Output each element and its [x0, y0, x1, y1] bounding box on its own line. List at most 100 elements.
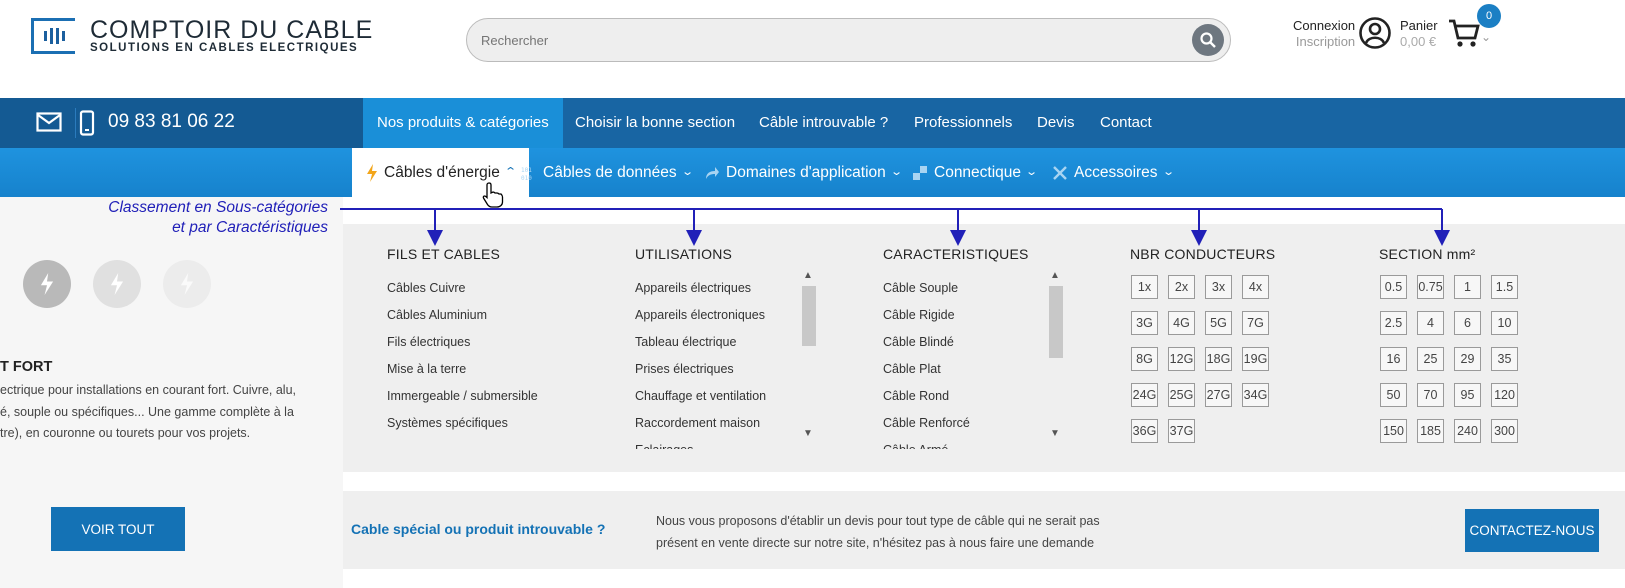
nav-devis[interactable]: Devis: [1023, 98, 1089, 148]
scroll-down-icon[interactable]: ▼: [1047, 428, 1063, 439]
list-item[interactable]: Prises électriques: [635, 356, 766, 383]
search-button[interactable]: [1192, 24, 1224, 56]
contact-us-button[interactable]: CONTACTEZ-NOUS: [1465, 509, 1599, 552]
nav-contact[interactable]: Contact: [1086, 98, 1166, 148]
filter-chip[interactable]: 25G: [1168, 383, 1195, 407]
filter-chip[interactable]: 4x: [1242, 275, 1269, 299]
list-item[interactable]: Câble Renforcé: [883, 410, 970, 437]
filter-chip[interactable]: 0.5: [1380, 275, 1407, 299]
category-bubble[interactable]: [93, 260, 141, 308]
filter-chip[interactable]: 27G: [1205, 383, 1232, 407]
category-bubble-active[interactable]: [23, 260, 71, 308]
utilisations-scrollbar[interactable]: ▲ ▼: [800, 270, 816, 442]
lightning-icon: [110, 273, 124, 295]
filter-chip[interactable]: 1: [1454, 275, 1481, 299]
fils-list: Câbles Cuivre Câbles Aluminium Fils élec…: [387, 275, 538, 437]
special-request-title[interactable]: Cable spécial ou produit introuvable ?: [351, 521, 605, 537]
list-item[interactable]: Chauffage et ventilation: [635, 383, 766, 410]
list-item[interactable]: Fils électriques: [387, 329, 538, 356]
filter-chip[interactable]: 95: [1454, 383, 1481, 407]
filter-chip[interactable]: 3G: [1131, 311, 1158, 335]
filter-chip[interactable]: 16: [1380, 347, 1407, 371]
scroll-up-icon[interactable]: ▲: [800, 270, 816, 281]
hand-cursor-icon: [482, 182, 504, 208]
filter-chip[interactable]: 24G: [1131, 383, 1158, 407]
filter-chip[interactable]: 150: [1380, 419, 1407, 443]
cart-chevron-down-icon[interactable]: ⌄: [1481, 30, 1491, 44]
list-item[interactable]: Tableau électrique: [635, 329, 766, 356]
list-item[interactable]: Eclairages: [635, 437, 766, 449]
filter-chip[interactable]: 185: [1417, 419, 1444, 443]
filter-chip[interactable]: 70: [1417, 383, 1444, 407]
filter-chip[interactable]: 12G: [1168, 347, 1195, 371]
cart-summary[interactable]: Panier 0,00 €: [1400, 18, 1438, 50]
list-item[interactable]: Câbles Cuivre: [387, 275, 538, 302]
list-item[interactable]: Câble Armé: [883, 437, 970, 449]
caracteristiques-scrollbar[interactable]: ▲ ▼: [1047, 270, 1063, 442]
login-link[interactable]: Connexion: [1293, 18, 1355, 34]
nav-products[interactable]: Nos produits & catégories: [363, 98, 563, 148]
filter-chip[interactable]: 1x: [1131, 275, 1158, 299]
list-item[interactable]: Câble Blindé: [883, 329, 970, 356]
phone-number[interactable]: 09 83 81 06 22: [108, 111, 235, 133]
filter-chip[interactable]: 25: [1417, 347, 1444, 371]
view-all-button[interactable]: VOIR TOUT: [51, 507, 185, 551]
search-input[interactable]: [481, 19, 1161, 61]
list-item[interactable]: Câble Souple: [883, 275, 970, 302]
nav-professionnels[interactable]: Professionnels: [900, 98, 1026, 148]
nav-introuvable[interactable]: Câble introuvable ?: [745, 98, 902, 148]
subnav-domaines[interactable]: Domaines d'application ⌄: [704, 148, 903, 197]
filter-chip[interactable]: 34G: [1242, 383, 1269, 407]
filter-chip[interactable]: 2.5: [1380, 311, 1407, 335]
scroll-thumb[interactable]: [1049, 286, 1063, 358]
filter-chip[interactable]: 35: [1491, 347, 1518, 371]
list-item[interactable]: Câble Plat: [883, 356, 970, 383]
filter-chip[interactable]: 120: [1491, 383, 1518, 407]
fils-title: FILS ET CABLES: [387, 246, 501, 262]
filter-chip[interactable]: 0.75: [1417, 275, 1444, 299]
nav-section[interactable]: Choisir la bonne section: [561, 98, 749, 148]
list-item[interactable]: Immergeable / submersible: [387, 383, 538, 410]
list-item[interactable]: Appareils électroniques: [635, 302, 766, 329]
special-request-text: Nous vous proposons d'établir un devis p…: [656, 514, 1100, 550]
signup-link[interactable]: Inscription: [1293, 34, 1355, 50]
filter-chip[interactable]: 4G: [1168, 311, 1195, 335]
filter-chip[interactable]: 6: [1454, 311, 1481, 335]
scroll-thumb[interactable]: [802, 286, 816, 346]
filter-chip[interactable]: 50: [1380, 383, 1407, 407]
scroll-down-icon[interactable]: ▼: [800, 428, 816, 439]
filter-chip[interactable]: 8G: [1131, 347, 1158, 371]
list-item[interactable]: Appareils électriques: [635, 275, 766, 302]
filter-chip[interactable]: 10: [1491, 311, 1518, 335]
filter-chip[interactable]: 36G: [1131, 419, 1158, 443]
scroll-up-icon[interactable]: ▲: [1047, 270, 1063, 281]
subnav-accessoires-label: Accessoires: [1074, 164, 1158, 181]
filter-chip[interactable]: 240: [1454, 419, 1481, 443]
description-line: é, souple ou spécifiques... Une gamme co…: [0, 404, 294, 419]
list-item[interactable]: Systèmes spécifiques: [387, 410, 538, 437]
list-item[interactable]: Câble Rigide: [883, 302, 970, 329]
subnav-connectique[interactable]: Connectique ⌄: [912, 148, 1038, 197]
cart-icon[interactable]: [1447, 16, 1481, 55]
filter-chip[interactable]: 300: [1491, 419, 1518, 443]
list-item[interactable]: Câbles Aluminium: [387, 302, 538, 329]
filter-chip[interactable]: 37G: [1168, 419, 1195, 443]
subnav-donnees[interactable]: 101 010 Câbles de données ⌄: [521, 148, 694, 197]
list-item[interactable]: Câble Rond: [883, 383, 970, 410]
list-item[interactable]: Mise à la terre: [387, 356, 538, 383]
filter-chip[interactable]: 7G: [1242, 311, 1269, 335]
filter-chip[interactable]: 2x: [1168, 275, 1195, 299]
category-bubble[interactable]: [163, 260, 211, 308]
filter-chip[interactable]: 3x: [1205, 275, 1232, 299]
filter-chip[interactable]: 4: [1417, 311, 1444, 335]
logo-title[interactable]: COMPTOIR DU CABLE: [90, 16, 373, 45]
filter-chip[interactable]: 1.5: [1491, 275, 1518, 299]
filter-chip[interactable]: 19G: [1242, 347, 1269, 371]
list-item[interactable]: Raccordement maison: [635, 410, 766, 437]
filter-chip[interactable]: 18G: [1205, 347, 1232, 371]
user-icon[interactable]: [1358, 16, 1392, 55]
logo-icon[interactable]: [31, 18, 75, 54]
subnav-accessoires[interactable]: Accessoires ⌄: [1052, 148, 1175, 197]
filter-chip[interactable]: 5G: [1205, 311, 1232, 335]
filter-chip[interactable]: 29: [1454, 347, 1481, 371]
